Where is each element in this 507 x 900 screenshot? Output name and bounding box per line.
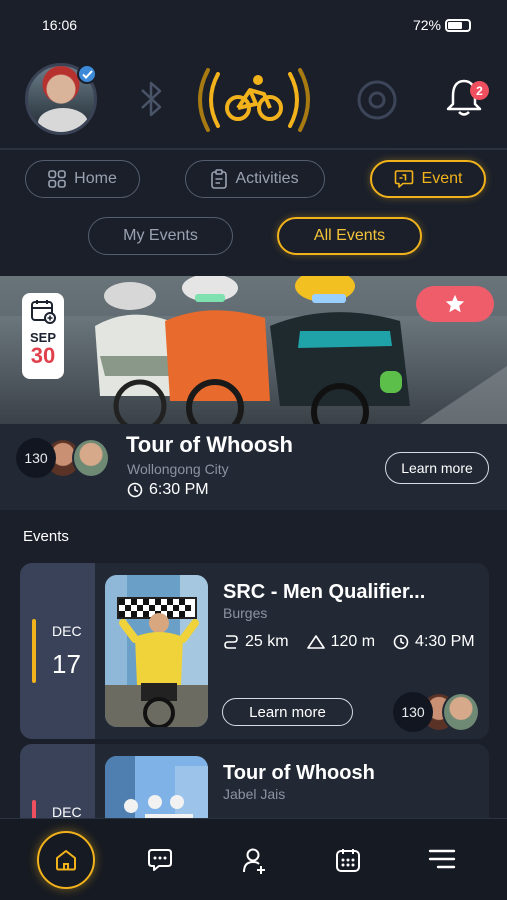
grid-icon	[48, 170, 66, 188]
route-icon	[224, 635, 238, 649]
event-distance: 25 km	[223, 633, 289, 651]
bluetooth-icon[interactable]	[136, 80, 166, 123]
chat-icon	[148, 849, 172, 871]
event-location: Jabel Jais	[223, 786, 286, 802]
favorite-button[interactable]	[416, 286, 494, 322]
event-learn-more-button[interactable]: Learn more	[222, 698, 353, 726]
nav-home-button[interactable]	[37, 831, 95, 889]
event-subtabs: My Events All Events	[0, 217, 507, 257]
nav-add-friend-button[interactable]	[241, 847, 267, 880]
notification-badge: 2	[470, 81, 489, 100]
battery-percent: 72%	[412, 17, 441, 33]
star-icon	[445, 294, 465, 313]
event-thumbnail	[105, 575, 208, 727]
bottom-navigation	[0, 818, 507, 900]
event-participant-count: 130	[393, 692, 433, 732]
tab-event-label: Event	[421, 170, 463, 187]
participant-count: 130	[16, 438, 56, 478]
status-bar: 16:06 72%	[0, 0, 507, 50]
event-time-value: 4:30 PM	[415, 633, 475, 650]
event-elevation: 120 m	[306, 633, 376, 651]
featured-day: 30	[30, 343, 56, 368]
clipboard-icon	[211, 169, 228, 189]
ring-icon[interactable]	[355, 78, 399, 127]
featured-date-tile: SEP 30	[22, 293, 64, 379]
event-stats: 25 km 120 m 4:30 PM	[223, 633, 475, 651]
event-title: Tour of Whoosh	[223, 762, 375, 784]
event-day: 17	[52, 649, 81, 679]
event-month: DEC	[52, 623, 82, 639]
nav-calendar-button[interactable]	[335, 847, 361, 878]
featured-location: Wollongong City	[127, 461, 229, 477]
featured-event-image: SEP 30	[0, 276, 507, 424]
status-time: 16:06	[42, 17, 78, 33]
verified-check-icon	[77, 64, 97, 84]
events-section-title: Events	[23, 528, 69, 545]
main-tabs: Home Activities Event	[0, 160, 507, 200]
nav-menu-button[interactable]	[428, 847, 456, 876]
menu-icon	[428, 849, 456, 869]
home-icon	[56, 850, 76, 871]
featured-time: 6:30 PM	[149, 481, 209, 498]
participant-avatar	[72, 438, 110, 478]
featured-time-row: 6:30 PM	[127, 481, 209, 499]
featured-event-card[interactable]: SEP 30 130 Tour of Whoosh Wollongong Cit…	[0, 276, 507, 510]
tab-event[interactable]: Event	[370, 160, 486, 198]
event-distance-value: 25 km	[245, 633, 289, 650]
mountain-icon	[306, 635, 325, 649]
tab-home[interactable]: Home	[25, 160, 140, 198]
clock-icon	[393, 634, 409, 650]
event-card[interactable]: DEC 17 SRC - Men Qualifier... Burges 25 …	[20, 563, 489, 739]
event-title: SRC - Men Qualifier...	[223, 581, 426, 603]
bike-logo-icon[interactable]	[196, 64, 312, 141]
calendar-icon	[31, 300, 56, 324]
subtab-my-events[interactable]: My Events	[88, 217, 233, 255]
event-accent-bar	[32, 619, 36, 683]
subtab-my-events-label: My Events	[123, 227, 198, 244]
event-start-time: 4:30 PM	[393, 633, 475, 651]
tab-home-label: Home	[74, 170, 117, 187]
event-icon	[394, 170, 413, 188]
battery-icon	[445, 18, 471, 32]
calendar-grid-icon	[336, 849, 360, 872]
featured-title: Tour of Whoosh	[126, 432, 293, 457]
header-divider	[0, 148, 507, 150]
event-elevation-value: 120 m	[330, 633, 376, 650]
event-location: Burges	[223, 605, 268, 621]
tab-activities[interactable]: Activities	[185, 160, 325, 198]
subtab-all-events-label: All Events	[313, 227, 386, 244]
tab-activities-label: Activities	[235, 170, 299, 187]
subtab-all-events[interactable]: All Events	[277, 217, 422, 255]
clock-icon	[127, 482, 143, 498]
event-date-column: DEC 17	[20, 563, 95, 739]
featured-learn-more-button[interactable]: Learn more	[385, 452, 489, 484]
top-header: 2	[0, 60, 507, 140]
nav-chat-button[interactable]	[147, 847, 173, 878]
add-user-icon	[243, 848, 265, 874]
participant-avatar	[442, 692, 480, 732]
battery-status: 72%	[413, 17, 471, 33]
